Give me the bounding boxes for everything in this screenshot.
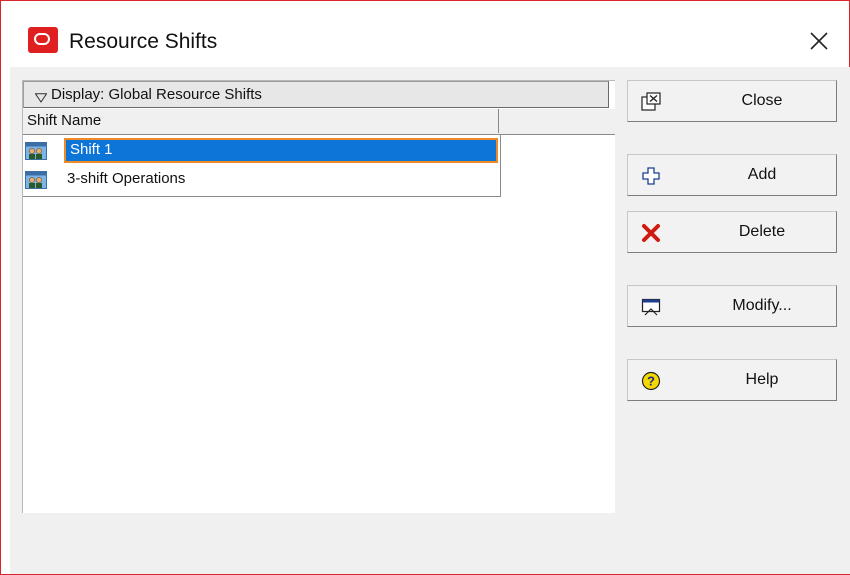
selection-highlight: [64, 138, 498, 163]
column-header-label: Shift Name: [27, 112, 102, 129]
display-filter-bar[interactable]: Display: Global Resource Shifts: [23, 81, 609, 108]
help-button-label: Help: [745, 371, 779, 388]
table-header: Shift Name: [23, 109, 615, 135]
resource-shifts-dialog: Resource Shifts Display: Global Resource…: [0, 0, 850, 575]
help-button[interactable]: ? Help: [627, 359, 837, 401]
display-filter-label: Display: Global Resource Shifts: [51, 86, 262, 103]
add-button-label: Add: [747, 166, 777, 183]
close-button-label: Close: [741, 92, 783, 109]
shift-name-cell: 3-shift Operations: [67, 170, 186, 187]
help-question-icon: ?: [641, 371, 661, 391]
close-window-icon: [641, 92, 661, 112]
shift-name-cell: Shift 1: [70, 141, 113, 158]
plus-icon: [641, 166, 661, 186]
table-row[interactable]: Shift 1: [23, 136, 501, 165]
close-button[interactable]: Close: [627, 80, 837, 122]
window-title: Resource Shifts: [69, 30, 218, 53]
table-row[interactable]: 3-shift Operations: [23, 165, 501, 194]
red-x-icon: [641, 223, 661, 243]
svg-text:?: ?: [647, 374, 655, 389]
modify-button[interactable]: Modify...: [627, 285, 837, 327]
shift-people-icon: [25, 171, 47, 189]
modify-button-label: Modify...: [732, 297, 792, 314]
add-button[interactable]: Add: [627, 154, 837, 196]
dialog-body: Display: Global Resource Shifts Shift Na…: [10, 67, 850, 574]
shift-list-panel: Display: Global Resource Shifts Shift Na…: [22, 80, 615, 513]
title-bar: Resource Shifts: [1, 1, 849, 67]
triangle-down-icon: [34, 90, 48, 103]
oracle-logo-icon: [28, 27, 58, 53]
delete-button[interactable]: Delete: [627, 211, 837, 253]
modify-window-icon: [641, 297, 661, 317]
delete-button-label: Delete: [738, 223, 786, 240]
shift-people-icon: [25, 142, 47, 160]
close-icon[interactable]: [803, 25, 835, 57]
column-header-shift-name[interactable]: Shift Name: [23, 109, 499, 133]
